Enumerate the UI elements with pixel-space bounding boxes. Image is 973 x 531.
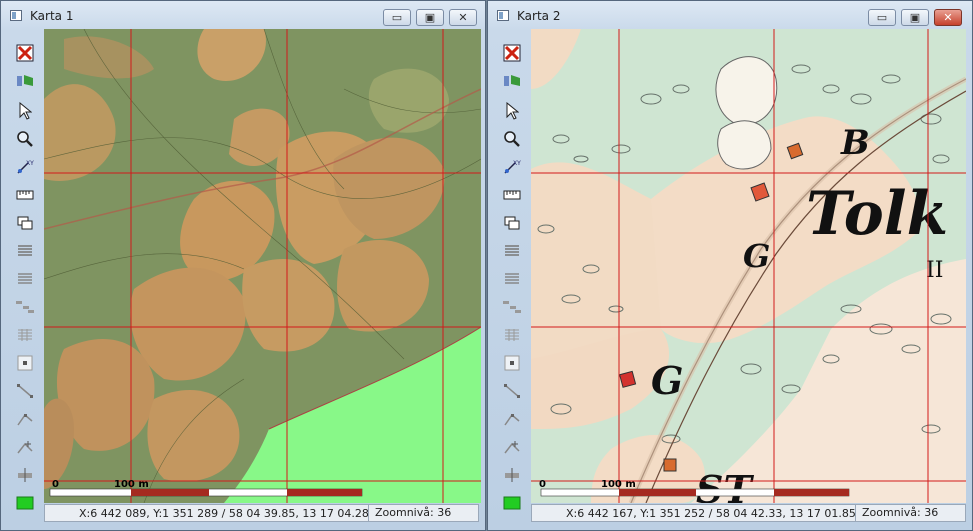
title-bar[interactable]: Karta 2 ▭ ▣ ✕ [488,1,972,31]
map-toolbar: XY [497,31,529,510]
coordinate-readout: X:6 442 167, Y:1 351 252 / 58 04 42.33, … [566,507,856,520]
list-icon[interactable] [501,241,523,261]
minimize-button[interactable]: ▭ [383,9,411,26]
line-add-icon[interactable] [14,437,36,457]
status-bar: X:6 442 167, Y:1 351 252 / 58 04 42.33, … [531,504,966,522]
maximize-button[interactable]: ▣ [416,9,444,26]
scale-zero: 0 [52,479,59,490]
map-label-st: ST [696,467,754,503]
split-icon[interactable] [14,465,36,485]
measure-icon[interactable] [14,185,36,205]
close-button[interactable]: ✕ [449,9,477,26]
close-button[interactable]: ✕ [934,9,962,26]
window-icon [10,10,22,21]
close-layer-icon[interactable] [501,43,523,63]
coordinate-readout: X:6 442 089, Y:1 351 289 / 58 04 39.85, … [79,507,369,520]
close-layer-icon[interactable] [14,43,36,63]
grid-icon[interactable] [14,325,36,345]
line-icon[interactable] [14,381,36,401]
map-label-g2: G [651,358,683,403]
pointer-icon[interactable] [501,101,523,121]
svg-text:XY: XY [513,160,521,167]
title-bar[interactable]: Karta 1 ▭ ▣ ✕ [1,1,485,31]
map-toolbar: XY [10,31,42,510]
map-label-g: G [743,237,770,275]
layers-icon[interactable] [14,71,36,91]
pointer-icon[interactable] [14,101,36,121]
zoom-icon[interactable] [501,129,523,149]
svg-text:XY: XY [26,160,34,167]
scale-label: 100 m [114,479,149,490]
map-label-b: B [840,123,870,163]
line-edit-icon[interactable] [14,409,36,429]
scale-zero: 0 [539,479,546,490]
map-label-roman: II [926,258,943,283]
zoom-level: Zoomnivå: 36 [368,505,478,521]
maximize-button[interactable]: ▣ [901,9,929,26]
map-window-2: Karta 2 ▭ ▣ ✕ XY B Tolk G II G ST 0 100 … [487,0,973,531]
line-add-icon[interactable] [501,437,523,457]
window-title: Karta 1 [30,9,74,23]
table-icon[interactable] [501,269,523,289]
table-icon[interactable] [14,269,36,289]
color-swatch-icon[interactable] [14,493,36,513]
grid-icon[interactable] [501,325,523,345]
copy-icon[interactable] [14,213,36,233]
map-view-1[interactable]: 0 100 m [44,29,481,503]
xy-coordinate-icon[interactable]: XY [14,157,36,177]
split-icon[interactable] [501,465,523,485]
scale-label: 100 m [601,479,636,490]
map-window-1: Karta 1 ▭ ▣ ✕ XY 0 100 m X:6 442 089, Y:… [0,0,486,531]
layers-icon[interactable] [501,71,523,91]
zoom-level: Zoomnivå: 36 [855,505,965,521]
copy-icon[interactable] [501,213,523,233]
map-label-tolk: Tolk [806,179,948,249]
line-icon[interactable] [501,381,523,401]
point-icon[interactable] [14,353,36,373]
point-icon[interactable] [501,353,523,373]
tree-icon[interactable] [501,297,523,317]
status-bar: X:6 442 089, Y:1 351 289 / 58 04 39.85, … [44,504,479,522]
map-view-2[interactable]: B Tolk G II G ST 0 100 m [531,29,966,503]
window-icon [497,10,509,21]
color-swatch-icon[interactable] [501,493,523,513]
zoom-icon[interactable] [14,129,36,149]
window-title: Karta 2 [517,9,561,23]
tree-icon[interactable] [14,297,36,317]
minimize-button[interactable]: ▭ [868,9,896,26]
xy-coordinate-icon[interactable]: XY [501,157,523,177]
measure-icon[interactable] [501,185,523,205]
line-edit-icon[interactable] [501,409,523,429]
list-icon[interactable] [14,241,36,261]
